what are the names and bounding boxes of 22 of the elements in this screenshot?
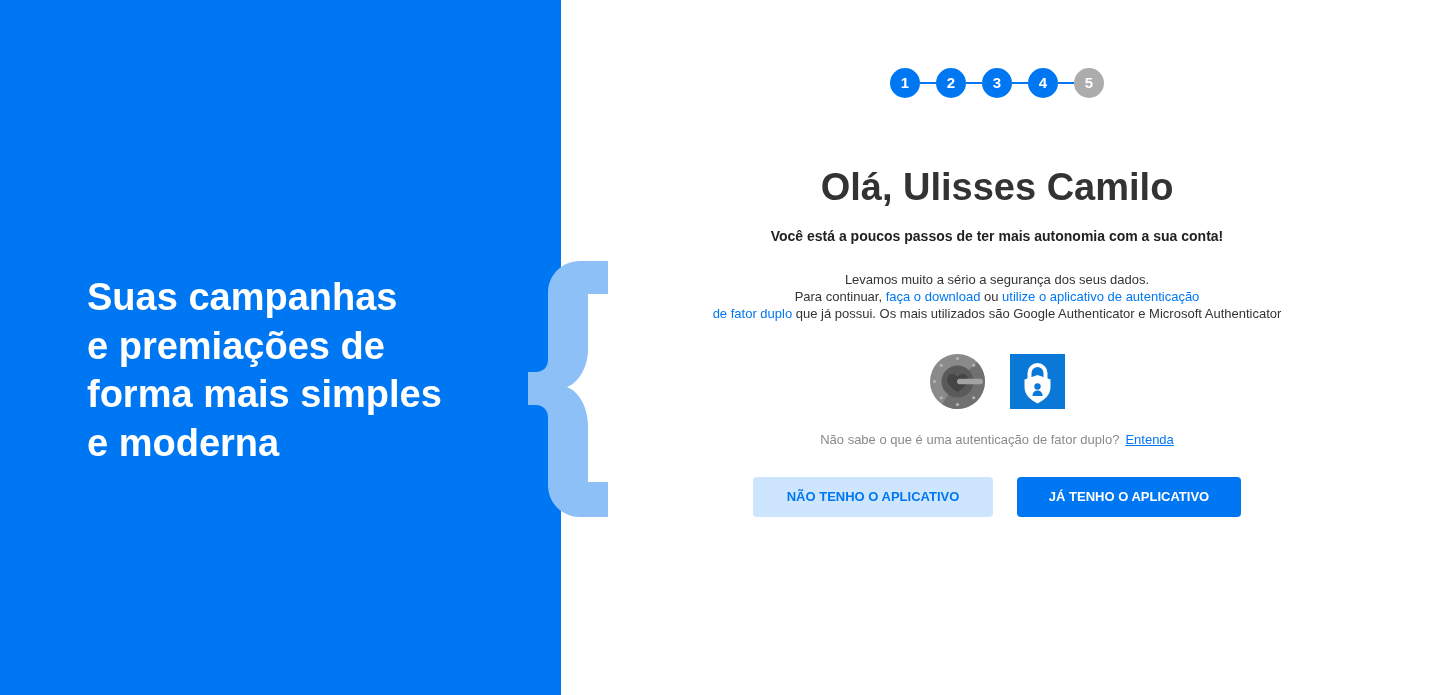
action-button[interactable]: NÃO TENHO O APLICATIVO <box>753 477 993 517</box>
promo-heading: Suas campanhas e premiações de forma mais simples e moderna <box>87 275 442 466</box>
subtitle: Você está a poucos passos de ter mais autonomia com a sua conta! <box>770 227 1224 246</box>
step-indicator: 1 <box>890 68 920 98</box>
step-indicator: 4 <box>1028 68 1058 98</box>
step-indicator: 3 <box>982 68 1012 98</box>
step-connector <box>920 82 936 84</box>
step-connector <box>1058 82 1074 84</box>
g-dial-icon <box>929 354 985 409</box>
step-indicator: 2 <box>936 68 966 98</box>
step-connector <box>1012 82 1028 84</box>
learn-more-link[interactable]: Entenda <box>1125 431 1174 449</box>
security-paragraph: Levamos muito a sério a segurança dos seus dados. Para continuar, faça o download ou utilize o aplicativo de autenticação de fator duplo que já possui. Os mais utilizados são Google Authenticator e Microsoft Authenticator <box>712 271 1282 322</box>
inline-link[interactable]: utilize o aplicativo de autenticação <box>1002 289 1200 304</box>
step-connector <box>966 82 982 84</box>
action-button[interactable]: JÁ TENHO O APLICATIVO <box>1017 477 1241 517</box>
step-indicator: 5 <box>1074 68 1104 98</box>
greeting-title: Olá, Ulisses Camilo <box>820 165 1174 210</box>
inline-link[interactable]: faça o download <box>885 289 981 304</box>
inline-link[interactable]: de fator duplo <box>712 306 793 321</box>
help-question: Não sabe o que é uma autenticação de fator duplo? <box>820 431 1120 449</box>
shield-lock-icon <box>1009 354 1065 409</box>
